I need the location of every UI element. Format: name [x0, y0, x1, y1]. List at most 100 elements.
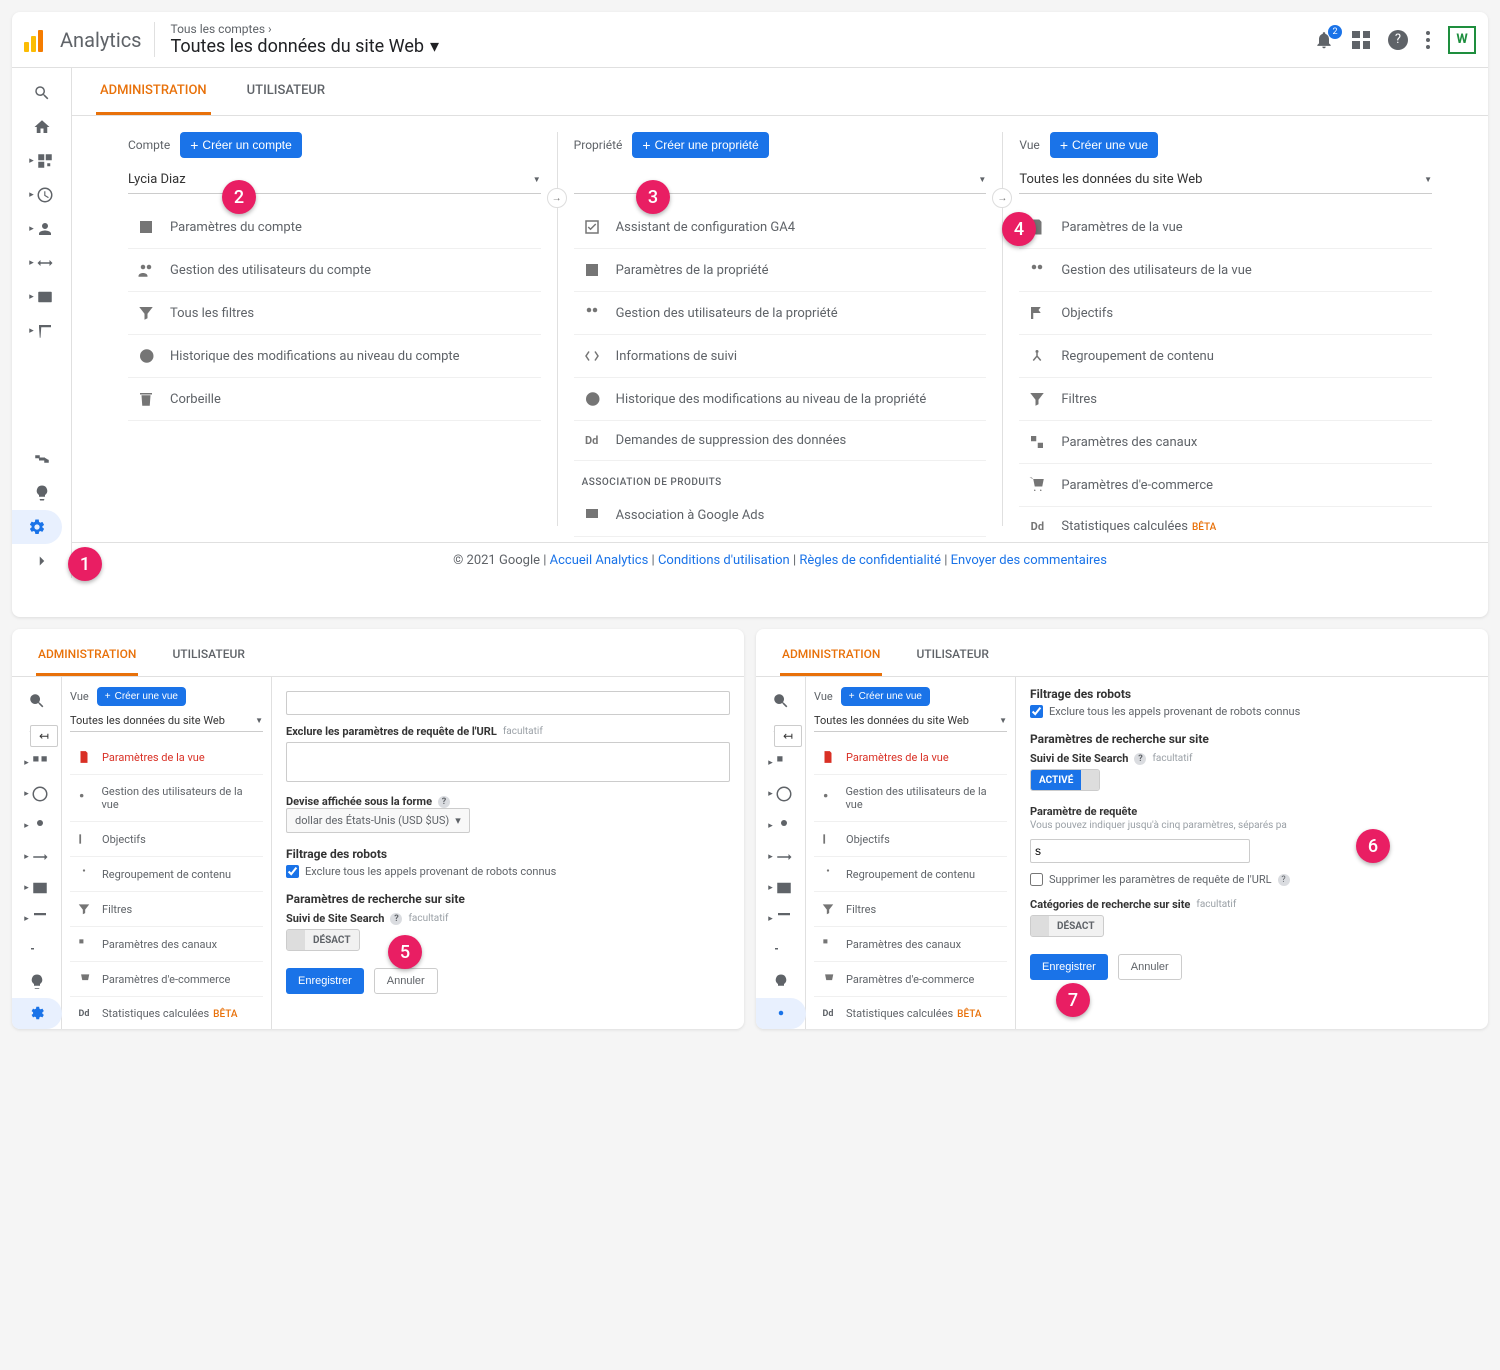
view-settings[interactable]: Paramètres de la vue [814, 740, 1007, 775]
sidebar-search[interactable] [12, 685, 61, 716]
category-toggle-off[interactable]: DÉSACT [1030, 915, 1104, 937]
view-ecommerce[interactable]: Paramètres d'e-commerce [1019, 464, 1432, 507]
account-dropdown[interactable]: Lycia Diaz▼ [128, 166, 541, 194]
sidebar-acquisition[interactable]: ▸ [756, 841, 805, 872]
sidebar-realtime[interactable]: ▸ [12, 779, 61, 810]
footer-link[interactable]: Accueil Analytics [550, 553, 649, 568]
view-settings[interactable]: Paramètres de la vue [1019, 206, 1432, 249]
view-filters[interactable]: Filtres [70, 892, 263, 927]
view-ecommerce[interactable]: Paramètres d'e-commerce [814, 962, 1007, 997]
back-button[interactable]: ↤ [30, 725, 58, 747]
account-trash[interactable]: Corbeille [128, 378, 541, 421]
field-empty-top[interactable] [286, 691, 730, 715]
view-dropdown[interactable]: Toutes les données du site Web▼ [70, 710, 263, 732]
tab-administration[interactable]: ADMINISTRATION [96, 69, 211, 115]
cancel-button[interactable]: Annuler [374, 968, 438, 994]
sidebar-audience[interactable]: ▸ [12, 212, 71, 246]
site-search-toggle-off[interactable]: DÉSACT [286, 929, 360, 951]
create-view-button[interactable]: + Créer une vue [841, 687, 930, 706]
prop-adsense[interactable]: Association à AdSense [574, 537, 987, 542]
help-icon[interactable]: ? [1388, 30, 1408, 50]
account-history[interactable]: Historique des modifications au niveau d… [128, 335, 541, 378]
help-icon[interactable]: ? [438, 796, 450, 808]
footer-link[interactable]: Règles de confidentialité [799, 553, 941, 568]
view-calc-stats[interactable]: DdStatistiques calculéesBÊTA [70, 997, 263, 1029]
sidebar-discover[interactable] [12, 966, 61, 997]
sidebar-realtime[interactable]: ▸ [756, 779, 805, 810]
sidebar-behavior[interactable]: ▸ [12, 280, 71, 314]
footer-link[interactable]: Conditions d'utilisation [658, 553, 790, 568]
view-users[interactable]: Gestion des utilisateurs de la vue [814, 775, 1007, 822]
prop-users[interactable]: Gestion des utilisateurs de la propriété [574, 292, 987, 335]
view-goals[interactable]: Objectifs [814, 822, 1007, 857]
sidebar-admin[interactable] [12, 510, 62, 544]
sidebar-acquisition[interactable]: ▸ [12, 841, 61, 872]
view-filters[interactable]: Filtres [814, 892, 1007, 927]
view-filters[interactable]: Filtres [1019, 378, 1432, 421]
tab-administration[interactable]: ADMINISTRATION [780, 635, 882, 676]
sidebar-acquisition[interactable]: ▸ [12, 246, 71, 280]
back-button[interactable]: ↤ [774, 725, 802, 747]
sidebar-behavior[interactable]: ▸ [12, 873, 61, 904]
footer-link[interactable]: Envoyer des commentaires [951, 553, 1107, 568]
view-users[interactable]: Gestion des utilisateurs de la vue [70, 775, 263, 822]
sidebar-custom[interactable]: ▸ [12, 144, 71, 178]
sidebar-custom[interactable]: ▸ [756, 748, 805, 779]
strip-params-checkbox[interactable]: Supprimer les paramètres de requête de l… [1030, 873, 1474, 886]
view-dropdown[interactable]: Toutes les données du site Web▼ [1019, 166, 1432, 194]
account-users[interactable]: Gestion des utilisateurs du compte [128, 249, 541, 292]
sidebar-search[interactable] [756, 685, 805, 716]
sidebar-attribution[interactable] [12, 935, 61, 966]
save-button[interactable]: Enregistrer [286, 968, 364, 994]
currency-dropdown[interactable]: dollar des États-Unis (USD $US)▾ [286, 808, 470, 833]
apps-icon[interactable] [1352, 31, 1370, 49]
sidebar-conversions[interactable]: ▸ [756, 904, 805, 935]
sidebar-collapse[interactable] [12, 544, 71, 578]
sidebar-custom[interactable]: ▸ [12, 748, 61, 779]
sidebar-admin[interactable] [756, 998, 806, 1029]
view-calc-stats[interactable]: DdStatistiques calculéesBÊTA [1019, 507, 1432, 542]
view-ecommerce[interactable]: Paramètres d'e-commerce [70, 962, 263, 997]
create-property-button[interactable]: +Créer une propriété [632, 132, 768, 158]
sidebar-conversions[interactable]: ▸ [12, 904, 61, 935]
prop-settings[interactable]: Paramètres de la propriété [574, 249, 987, 292]
sidebar-attribution[interactable] [12, 442, 71, 476]
account-settings[interactable]: Paramètres du compte [128, 206, 541, 249]
tab-administration[interactable]: ADMINISTRATION [36, 635, 138, 676]
view-goals[interactable]: Objectifs [1019, 292, 1432, 335]
tab-user[interactable]: UTILISATEUR [914, 635, 990, 676]
view-content-group[interactable]: Regroupement de contenu [70, 857, 263, 892]
sidebar-audience[interactable]: ▸ [12, 810, 61, 841]
exclude-params-input[interactable] [286, 742, 730, 782]
sidebar-discover[interactable] [756, 966, 805, 997]
view-calc-stats[interactable]: DdStatistiques calculéesBÊTA [814, 997, 1007, 1029]
save-button[interactable]: Enregistrer [1030, 954, 1108, 980]
tab-user[interactable]: UTILISATEUR [170, 635, 246, 676]
cancel-button[interactable]: Annuler [1118, 954, 1182, 980]
view-goals[interactable]: Objectifs [70, 822, 263, 857]
notifications-icon[interactable]: 2 [1314, 30, 1334, 50]
account-filters[interactable]: Tous les filtres [128, 292, 541, 335]
sidebar-behavior[interactable]: ▸ [756, 873, 805, 904]
sidebar-discover[interactable] [12, 476, 71, 510]
help-icon[interactable]: ? [390, 913, 402, 925]
help-icon[interactable]: ? [1134, 753, 1146, 765]
sidebar-search[interactable] [12, 76, 71, 110]
create-view-button[interactable]: +Créer une vue [1050, 132, 1158, 158]
bot-exclude-checkbox[interactable]: Exclure tous les appels provenant de rob… [286, 865, 730, 878]
view-settings[interactable]: Paramètres de la vue [70, 740, 263, 775]
view-dropdown[interactable]: Toutes les données du site Web▼ [814, 710, 1007, 732]
more-menu-icon[interactable] [1426, 31, 1430, 49]
create-view-button[interactable]: + Créer une vue [97, 687, 186, 706]
sidebar-conversions[interactable]: ▸ [12, 314, 71, 348]
query-param-input[interactable] [1030, 839, 1250, 863]
view-channels[interactable]: Paramètres des canaux [1019, 421, 1432, 464]
sidebar-admin[interactable] [12, 998, 62, 1029]
sidebar-attribution[interactable] [756, 935, 805, 966]
prop-tracking[interactable]: Informations de suivi [574, 335, 987, 378]
view-channels[interactable]: Paramètres des canaux [70, 927, 263, 962]
sidebar-home[interactable] [12, 110, 71, 144]
sidebar-realtime[interactable]: ▸ [12, 178, 71, 212]
create-account-button[interactable]: +Créer un compte [180, 132, 302, 158]
prop-history[interactable]: Historique des modifications au niveau d… [574, 378, 987, 421]
